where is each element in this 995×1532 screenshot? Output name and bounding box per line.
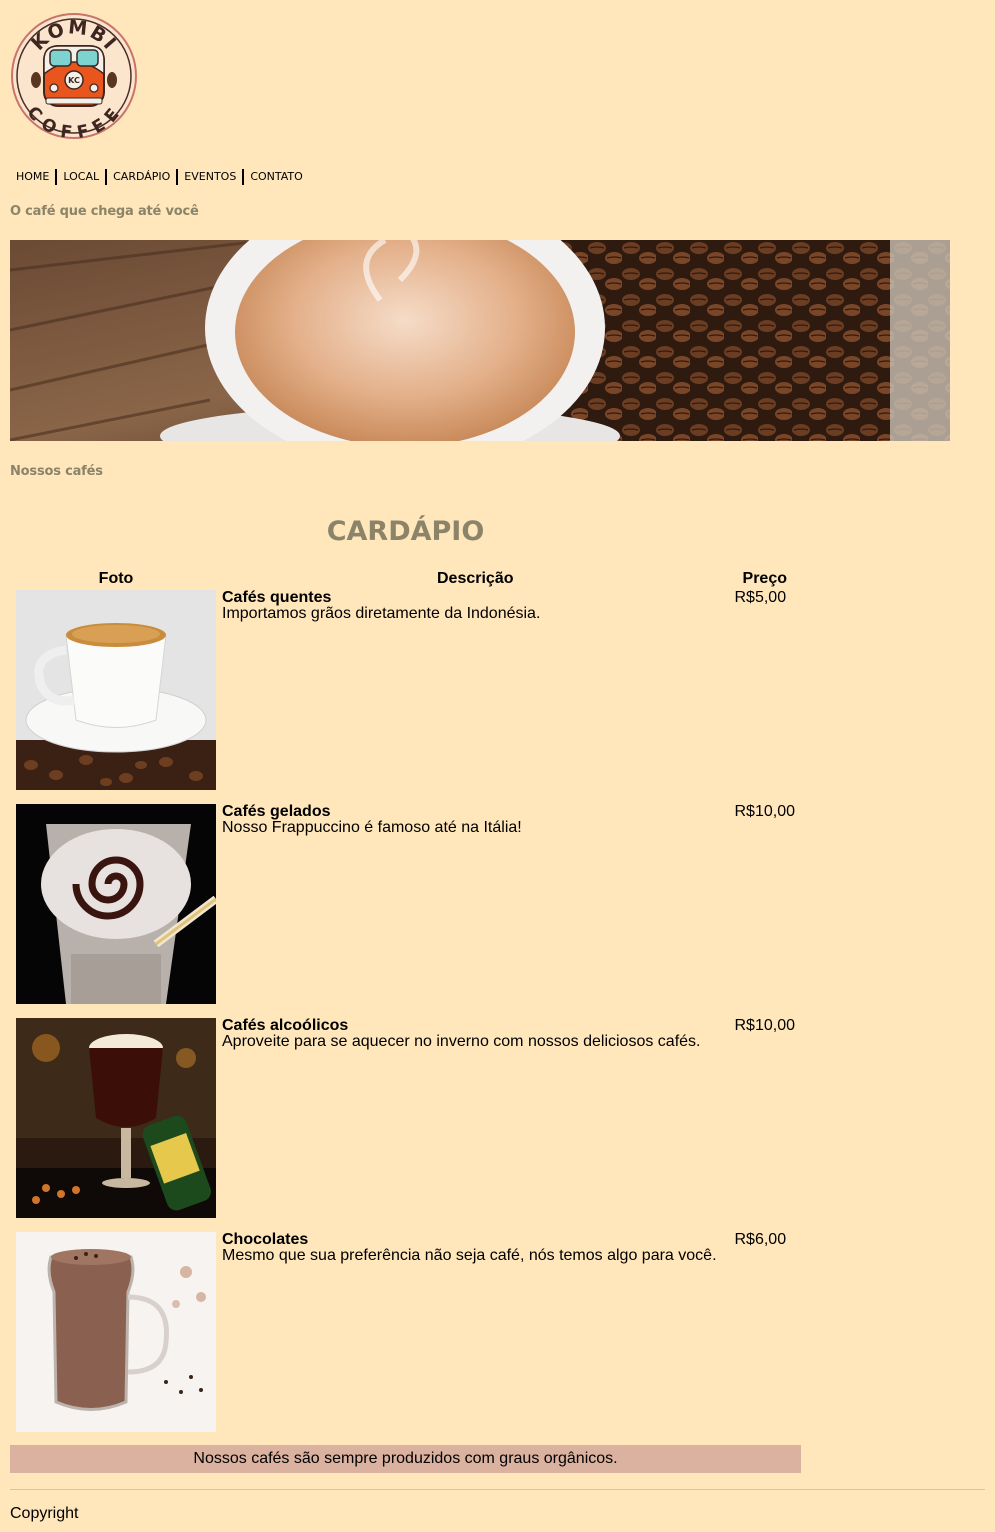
item-price: R$10,00 [734, 803, 796, 820]
photo-cell [16, 1232, 216, 1446]
irish-coffee-photo [16, 1018, 216, 1218]
item-description: Nosso Frappuccino é famoso até na Itália… [222, 819, 522, 836]
photo-cell [16, 1018, 216, 1232]
item-price: R$6,00 [734, 1231, 787, 1248]
hot-coffee-photo [16, 590, 216, 790]
table-row: Chocolates Mesmo que sua preferência não… [16, 1232, 795, 1446]
photo-cell [16, 804, 216, 1018]
description-cell: Cafés gelados Nosso Frappuccino é famoso… [222, 804, 729, 1018]
photo-cell [16, 590, 216, 804]
organic-note: Nossos cafés são sempre produzidos com g… [10, 1445, 801, 1473]
menu-header-row: Foto Descrição Preço [16, 567, 795, 590]
hot-chocolate-photo [16, 1232, 216, 1432]
item-description: Aproveite para se aquecer no inverno com… [222, 1033, 701, 1050]
description-cell: Cafés alcoólicos Aproveite para se aquec… [222, 1018, 729, 1232]
description-column-header: Descrição [437, 570, 514, 587]
footer-divider [10, 1489, 985, 1490]
item-name: Cafés alcoólicos [222, 1017, 349, 1034]
main-nav: HOME LOCAL CARDÁPIO EVENTOS CONTATO [10, 168, 309, 186]
item-name: Cafés gelados [222, 803, 331, 820]
nav-local-link[interactable]: LOCAL [57, 169, 108, 185]
hero-coffee-banner [10, 240, 950, 441]
item-price: R$10,00 [734, 1017, 796, 1034]
svg-text:KC: KC [68, 76, 80, 85]
description-cell: Chocolates Mesmo que sua preferência não… [222, 1232, 729, 1446]
photo-column-header: Foto [98, 570, 134, 587]
table-row: Cafés alcoólicos Aproveite para se aquec… [16, 1018, 795, 1232]
nav-contato-link[interactable]: CONTATO [244, 169, 308, 185]
item-description: Importamos grãos diretamente da Indonési… [222, 605, 541, 622]
item-description: Mesmo que sua preferência não seja café,… [222, 1247, 717, 1264]
item-name: Chocolates [222, 1231, 309, 1248]
nav-cardapio-link[interactable]: CARDÁPIO [107, 169, 179, 185]
section-label: Nossos cafés [10, 464, 103, 479]
menu-table: Foto Descrição Preço Cafés quentes Impor… [10, 567, 801, 1446]
item-price: R$5,00 [734, 589, 787, 606]
iced-coffee-photo [16, 804, 216, 1004]
description-cell: Cafés quentes Importamos grãos diretamen… [222, 590, 729, 804]
table-row: Cafés quentes Importamos grãos diretamen… [16, 590, 795, 804]
kombi-coffee-logo[interactable]: KOMBI COFFEE KC [10, 12, 138, 140]
table-row: Cafés gelados Nosso Frappuccino é famoso… [16, 804, 795, 1018]
copyright-text: Copyright [10, 1505, 79, 1522]
menu-title: CARDÁPIO [326, 516, 485, 547]
tagline: O café que chega até você [10, 204, 199, 219]
nav-eventos-link[interactable]: EVENTOS [178, 169, 245, 185]
item-name: Cafés quentes [222, 589, 332, 606]
price-column-header: Preço [742, 570, 787, 587]
nav-home-link[interactable]: HOME [10, 169, 58, 185]
